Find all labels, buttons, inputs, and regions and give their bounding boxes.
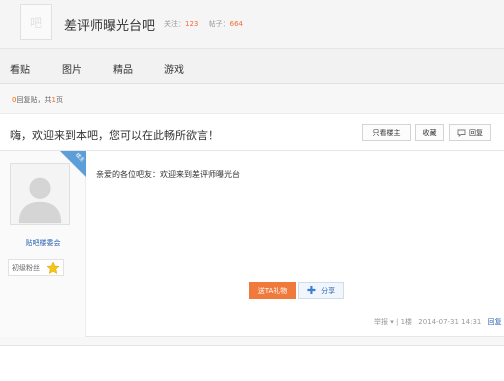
- tab-images[interactable]: 图片: [62, 61, 82, 76]
- reply-pager: 0回复贴，共1页: [12, 95, 63, 105]
- forum-logo[interactable]: 吧: [20, 4, 52, 40]
- tab-featured[interactable]: 精品: [113, 61, 133, 76]
- post-floor-1: 贴吧楼委会 初级粉丝 楼主 亲爱的各位吧友：欢迎来到差评师曝光台 送TA礼物 ✚…: [0, 151, 504, 337]
- thread-title: 嗨，欢迎来到本吧，您可以在此畅所欲言！: [10, 129, 219, 142]
- share-label: 分享: [321, 286, 336, 295]
- post-content: 亲爱的各位吧友：欢迎来到差评师曝光台: [96, 170, 240, 179]
- author-username[interactable]: 贴吧楼委会: [0, 238, 86, 248]
- reply-button[interactable]: 回复: [449, 124, 491, 141]
- reply-button-label: 回复: [469, 128, 483, 137]
- post-reply-link[interactable]: 回复: [488, 318, 502, 326]
- post-datetime: 2014-07-31 14:31: [418, 318, 482, 326]
- posts-count: 664: [229, 20, 243, 28]
- forum-logo-text: 吧: [29, 15, 42, 30]
- op-corner-badge: 楼主: [60, 151, 86, 177]
- only-op-button[interactable]: 只看楼主: [362, 124, 411, 141]
- post-meta: 举报 ▾ | 1楼 2014-07-31 14:31 回复: [374, 318, 502, 326]
- floor-number: 1楼: [400, 318, 413, 326]
- comment-icon: [457, 129, 466, 137]
- tab-view-posts[interactable]: 看贴: [10, 61, 30, 76]
- report-dropdown-icon[interactable]: ▾: [390, 318, 394, 326]
- page-count-label: 页: [55, 96, 63, 104]
- level-label: 初级粉丝: [12, 263, 40, 272]
- post-author-sidebar: 贴吧楼委会 初级粉丝: [0, 151, 86, 337]
- thread-title-bar: 嗨，欢迎来到本吧，您可以在此畅所欲言！ 只看楼主 收藏 回复: [0, 113, 504, 151]
- tab-games[interactable]: 游戏: [164, 61, 184, 76]
- followers-label: 关注：: [164, 20, 185, 28]
- author-level: 初级粉丝: [8, 259, 64, 276]
- followers-count: 123: [185, 20, 199, 28]
- plus-icon: ✚: [306, 284, 317, 297]
- send-gift-button[interactable]: 送TA礼物: [249, 282, 296, 299]
- forum-stats: 关注：123 帖子：664: [164, 19, 243, 29]
- report-link[interactable]: 举报: [374, 318, 388, 326]
- favorite-button[interactable]: 收藏: [415, 124, 444, 141]
- forum-tabs: 看贴 图片 精品 游戏: [0, 48, 504, 84]
- reply-count-label: 回复贴，共: [16, 96, 52, 104]
- forum-name[interactable]: 差评师曝光台吧: [64, 15, 155, 34]
- forum-header: 吧 差评师曝光台吧 关注：123 帖子：664: [0, 0, 504, 48]
- reply-editor-area: [0, 345, 504, 381]
- share-button[interactable]: ✚ 分享: [298, 282, 344, 299]
- posts-label: 帖子：: [208, 20, 230, 28]
- level-star-icon: [46, 260, 60, 275]
